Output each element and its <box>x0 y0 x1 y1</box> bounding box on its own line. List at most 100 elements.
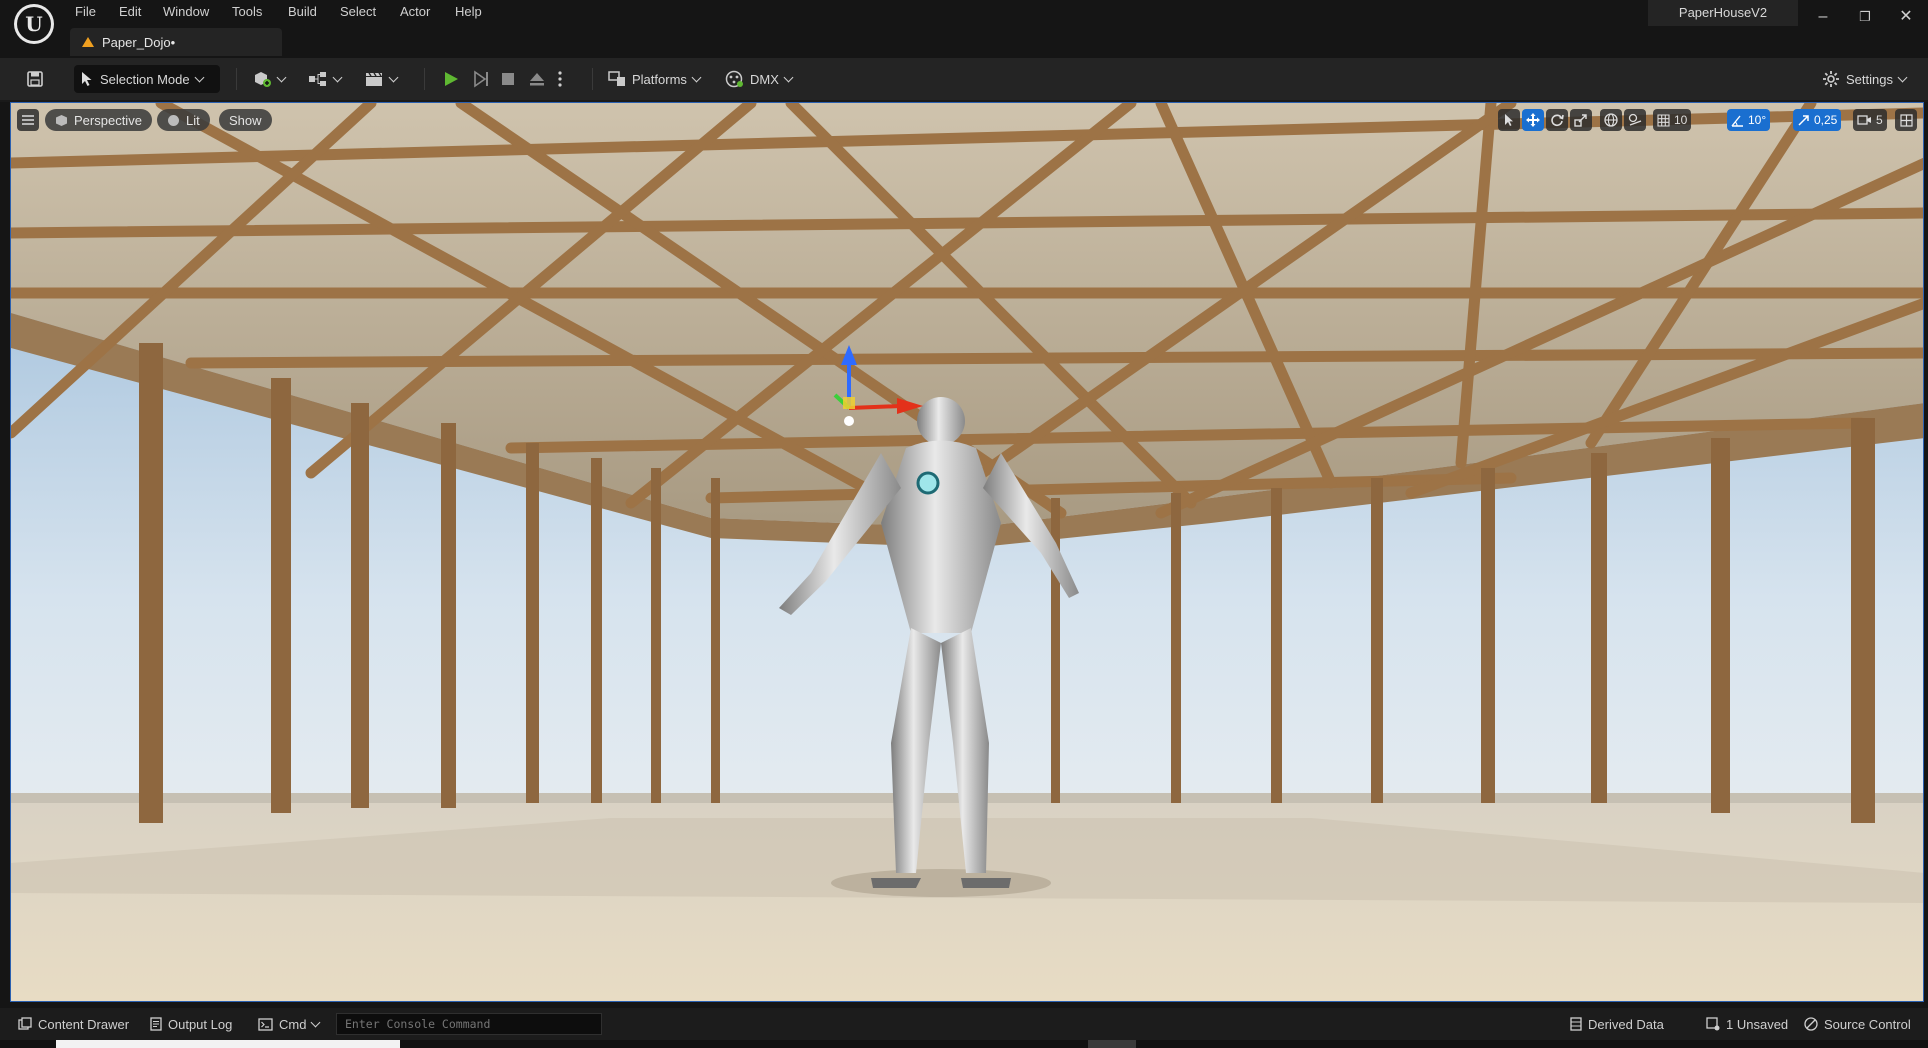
level-tab-label: Paper_Dojo• <box>102 34 176 50</box>
viewport-scene <box>11 103 1923 1001</box>
console-command-input[interactable] <box>336 1013 602 1035</box>
close-button[interactable]: ✕ <box>1888 4 1924 30</box>
selection-mode-dropdown[interactable]: Selection Mode <box>74 65 220 93</box>
move-tool-icon[interactable] <box>1522 109 1544 131</box>
derived-data-button[interactable]: Derived Data <box>1570 1014 1664 1034</box>
menu-tools[interactable]: Tools <box>232 2 262 22</box>
menu-build[interactable]: Build <box>288 2 317 22</box>
scale-snap-toggle[interactable]: 0,25 <box>1793 109 1842 131</box>
step-button[interactable] <box>466 66 496 92</box>
chevron-down-icon <box>276 72 287 82</box>
level-viewport[interactable]: Perspective Lit Show 10 10° 0,25 5 <box>10 102 1924 1002</box>
play-button[interactable] <box>436 66 466 92</box>
menu-window[interactable]: Window <box>163 2 209 22</box>
level-icon <box>82 37 94 47</box>
menu-file[interactable]: File <box>75 2 96 22</box>
play-icon <box>445 72 458 86</box>
viewport-options-button[interactable] <box>17 109 39 131</box>
gear-icon <box>1823 71 1839 87</box>
content-drawer-icon <box>18 1017 32 1030</box>
perspective-label: Perspective <box>74 112 142 128</box>
show-label: Show <box>229 112 262 128</box>
menu-select[interactable]: Select <box>340 2 376 22</box>
scale-snap-value: 0,25 <box>1814 113 1838 127</box>
blueprint-button[interactable] <box>302 66 347 92</box>
content-drawer-label: Content Drawer <box>38 1016 130 1032</box>
clapperboard-icon <box>366 72 382 86</box>
grid-snap-toggle[interactable]: 10 <box>1653 109 1692 131</box>
camera-icon <box>1857 115 1871 125</box>
dmx-dropdown[interactable]: DMX <box>718 66 798 92</box>
menu-edit[interactable]: Edit <box>119 2 141 22</box>
more-vertical-icon <box>558 71 562 87</box>
step-forward-icon <box>474 70 488 88</box>
camera-speed-value: 5 <box>1876 113 1883 127</box>
settings-dropdown[interactable]: Settings <box>1816 66 1912 92</box>
selection-mode-label: Selection Mode <box>100 71 190 87</box>
taskbar-item[interactable] <box>1088 1040 1136 1048</box>
surface-snap-icon[interactable] <box>1624 109 1646 131</box>
taskbar-active-item[interactable] <box>56 1040 400 1048</box>
world-local-icon[interactable] <box>1600 109 1622 131</box>
derived-data-label: Derived Data <box>1588 1016 1664 1032</box>
viewport-layout-icon[interactable] <box>1895 109 1917 131</box>
minimize-button[interactable]: – <box>1805 4 1841 30</box>
database-icon <box>1570 1017 1582 1031</box>
cube-icon <box>56 114 67 126</box>
perspective-dropdown[interactable]: Perspective <box>45 109 152 131</box>
main-toolbar: Selection Mode Platforms DMX Settings <box>0 58 1928 102</box>
stop-button[interactable] <box>494 66 524 92</box>
select-mode-icon[interactable] <box>1498 109 1520 131</box>
source-control-label: Source Control <box>1824 1016 1911 1032</box>
hamburger-menu-icon <box>22 115 34 125</box>
platforms-icon <box>608 71 625 86</box>
chevron-down-icon <box>783 72 794 82</box>
play-options-button[interactable] <box>552 66 572 92</box>
taskbar-strip <box>0 1040 1928 1048</box>
angle-icon <box>1731 115 1743 127</box>
rotation-snap-toggle[interactable]: 10° <box>1727 109 1771 131</box>
eject-button[interactable] <box>522 66 552 92</box>
unsaved-icon <box>1706 1017 1720 1031</box>
level-tab[interactable]: Paper_Dojo• <box>70 28 282 56</box>
dmx-label: DMX <box>750 71 779 87</box>
scale-tool-icon[interactable] <box>1570 109 1592 131</box>
toolbar-divider <box>592 68 593 90</box>
dmx-icon <box>725 70 743 88</box>
menu-help[interactable]: Help <box>455 2 482 22</box>
grid-snap-value: 10 <box>1674 113 1688 127</box>
source-control-button[interactable]: Source Control <box>1804 1014 1911 1034</box>
cinematics-button[interactable] <box>358 66 403 92</box>
stop-icon <box>502 73 514 85</box>
content-drawer-button[interactable]: Content Drawer <box>18 1014 129 1034</box>
project-name: PaperHouseV2 <box>1648 0 1798 26</box>
chevron-down-icon <box>691 72 702 82</box>
status-bar: Content Drawer Output Log Cmd Derived Da… <box>0 1008 1928 1040</box>
terminal-icon <box>258 1017 273 1031</box>
cmd-dropdown[interactable]: Cmd <box>258 1014 321 1034</box>
output-log-label: Output Log <box>168 1016 233 1032</box>
rotation-snap-value: 10° <box>1748 113 1767 127</box>
rotate-tool-icon[interactable] <box>1546 109 1568 131</box>
chevron-down-icon <box>194 72 205 82</box>
menu-actor[interactable]: Actor <box>400 2 430 22</box>
show-dropdown[interactable]: Show <box>219 109 272 131</box>
add-cube-icon <box>255 72 271 87</box>
grid-icon <box>1657 113 1670 127</box>
title-bar: U File Edit Window Tools Build Select Ac… <box>0 0 1928 58</box>
scale-snap-icon <box>1798 114 1809 126</box>
lit-sphere-icon <box>168 114 179 126</box>
platforms-dropdown[interactable]: Platforms <box>602 66 706 92</box>
camera-speed-button[interactable]: 5 <box>1853 109 1887 131</box>
restore-button[interactable]: ❐ <box>1847 4 1883 30</box>
output-log-button[interactable]: Output Log <box>150 1014 232 1034</box>
settings-label: Settings <box>1846 71 1893 87</box>
view-mode-dropdown[interactable]: Lit <box>157 109 210 131</box>
blueprint-icon <box>309 72 326 86</box>
log-icon <box>150 1017 162 1031</box>
unreal-logo-icon[interactable]: U <box>14 4 54 44</box>
chevron-down-icon <box>332 72 343 82</box>
add-actor-button[interactable] <box>246 66 291 92</box>
unsaved-button[interactable]: 1 Unsaved <box>1706 1014 1788 1034</box>
save-icon[interactable] <box>20 66 50 92</box>
